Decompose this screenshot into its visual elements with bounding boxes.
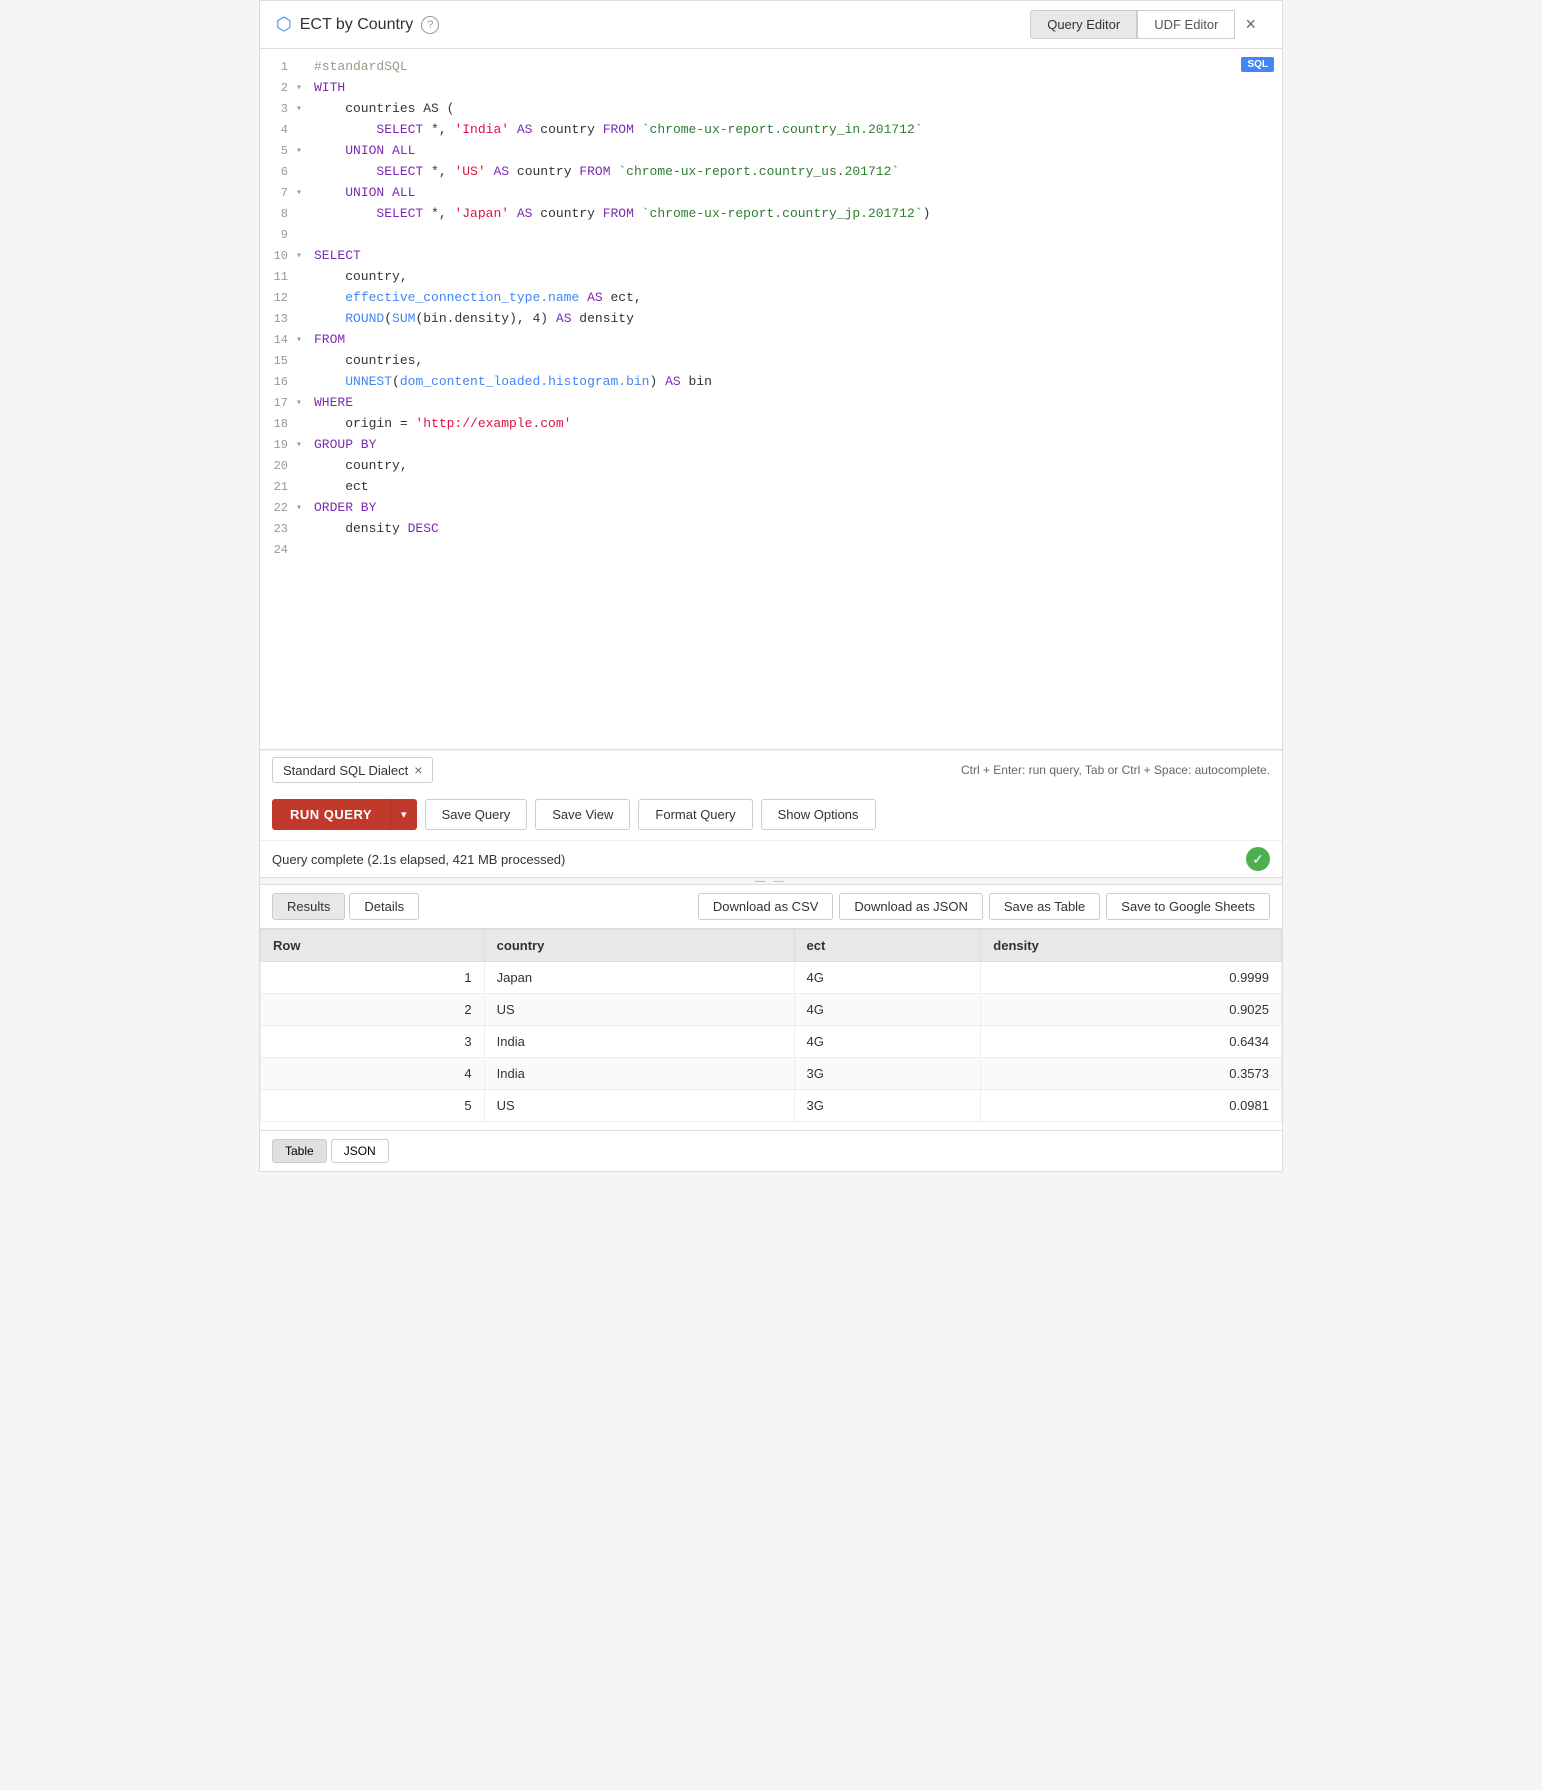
col-header-ect: ect <box>794 930 981 962</box>
table-cell: 3 <box>261 1026 485 1058</box>
editor-area: SQL 1 #standardSQL 2 ▾ WITH 3 ▾ countrie… <box>260 49 1282 750</box>
table-cell: US <box>484 1090 794 1122</box>
bottom-tab-json[interactable]: JSON <box>331 1139 389 1163</box>
code-line-9: 9 <box>260 225 1282 246</box>
table-row: 2US4G0.9025 <box>261 994 1282 1026</box>
table-cell: 4G <box>794 994 981 1026</box>
table-header-row: Row country ect density <box>261 930 1282 962</box>
table-cell: India <box>484 1026 794 1058</box>
table-row: 1Japan4G0.9999 <box>261 962 1282 994</box>
table-cell: US <box>484 994 794 1026</box>
table-row: 5US3G0.0981 <box>261 1090 1282 1122</box>
dialect-tag[interactable]: Standard SQL Dialect × <box>272 757 433 783</box>
table-cell: 5 <box>261 1090 485 1122</box>
status-bar: Query complete (2.1s elapsed, 421 MB pro… <box>260 841 1282 877</box>
code-line-11: 11 country, <box>260 267 1282 288</box>
code-line-2: 2 ▾ WITH <box>260 78 1282 99</box>
code-line-22: 22 ▾ ORDER BY <box>260 498 1282 519</box>
table-cell: 0.0981 <box>981 1090 1282 1122</box>
tab-query-editor[interactable]: Query Editor <box>1030 10 1137 39</box>
show-options-button[interactable]: Show Options <box>761 799 876 830</box>
download-json-button[interactable]: Download as JSON <box>839 893 982 920</box>
results-area: Results Details Download as CSV Download… <box>260 885 1282 1171</box>
code-line-17: 17 ▾ WHERE <box>260 393 1282 414</box>
help-icon[interactable]: ? <box>421 16 439 34</box>
table-cell: 4G <box>794 962 981 994</box>
results-table-container: Row country ect density 1Japan4G0.99992U… <box>260 929 1282 1130</box>
save-query-button[interactable]: Save Query <box>425 799 528 830</box>
run-query-button[interactable]: RUN QUERY <box>272 799 390 830</box>
table-cell: India <box>484 1058 794 1090</box>
table-cell: 3G <box>794 1058 981 1090</box>
status-message: Query complete (2.1s elapsed, 421 MB pro… <box>272 852 565 867</box>
table-cell: 4G <box>794 1026 981 1058</box>
table-cell: Japan <box>484 962 794 994</box>
tab-udf-editor[interactable]: UDF Editor <box>1137 10 1235 39</box>
code-line-3: 3 ▾ countries AS ( <box>260 99 1282 120</box>
link-icon: ⬡ <box>276 14 292 35</box>
code-line-18: 18 origin = 'http://example.com' <box>260 414 1282 435</box>
results-table: Row country ect density 1Japan4G0.99992U… <box>260 929 1282 1122</box>
resize-handle[interactable]: — — <box>260 877 1282 885</box>
code-line-20: 20 country, <box>260 456 1282 477</box>
code-line-16: 16 UNNEST(dom_content_loaded.histogram.b… <box>260 372 1282 393</box>
shortcut-hint: Ctrl + Enter: run query, Tab or Ctrl + S… <box>961 763 1270 777</box>
table-row: 3India4G0.6434 <box>261 1026 1282 1058</box>
sql-badge: SQL <box>1241 57 1274 72</box>
header-left: ⬡ ECT by Country ? <box>276 14 439 35</box>
code-line-14: 14 ▾ FROM <box>260 330 1282 351</box>
code-line-24: 24 <box>260 540 1282 561</box>
tab-details[interactable]: Details <box>349 893 419 920</box>
bottom-tabs: Table JSON <box>260 1130 1282 1171</box>
code-line-19: 19 ▾ GROUP BY <box>260 435 1282 456</box>
save-view-button[interactable]: Save View <box>535 799 630 830</box>
table-cell: 0.9999 <box>981 962 1282 994</box>
results-tabs-row: Results Details Download as CSV Download… <box>260 885 1282 929</box>
col-header-row: Row <box>261 930 485 962</box>
close-button[interactable]: × <box>1235 8 1266 41</box>
code-line-10: 10 ▾ SELECT <box>260 246 1282 267</box>
resize-dots-icon: — — <box>755 876 787 887</box>
table-cell: 2 <box>261 994 485 1026</box>
code-line-15: 15 countries, <box>260 351 1282 372</box>
code-line-7: 7 ▾ UNION ALL <box>260 183 1282 204</box>
download-csv-button[interactable]: Download as CSV <box>698 893 834 920</box>
code-line-8: 8 SELECT *, 'Japan' AS country FROM `chr… <box>260 204 1282 225</box>
save-to-sheets-button[interactable]: Save to Google Sheets <box>1106 893 1270 920</box>
table-cell: 0.6434 <box>981 1026 1282 1058</box>
col-header-country: country <box>484 930 794 962</box>
dialect-label: Standard SQL Dialect <box>283 763 408 778</box>
code-line-21: 21 ect <box>260 477 1282 498</box>
table-cell: 0.9025 <box>981 994 1282 1026</box>
action-toolbar: RUN QUERY ▾ Save Query Save View Format … <box>260 789 1282 841</box>
code-line-23: 23 density DESC <box>260 519 1282 540</box>
dialect-close-icon[interactable]: × <box>414 762 422 778</box>
table-row: 4India3G0.3573 <box>261 1058 1282 1090</box>
code-editor[interactable]: 1 #standardSQL 2 ▾ WITH 3 ▾ countries AS… <box>260 49 1282 749</box>
tab-results[interactable]: Results <box>272 893 345 920</box>
table-cell: 0.3573 <box>981 1058 1282 1090</box>
format-query-button[interactable]: Format Query <box>638 799 752 830</box>
code-line-4: 4 SELECT *, 'India' AS country FROM `chr… <box>260 120 1282 141</box>
col-header-density: density <box>981 930 1282 962</box>
table-cell: 4 <box>261 1058 485 1090</box>
table-cell: 3G <box>794 1090 981 1122</box>
bottom-tab-table[interactable]: Table <box>272 1139 327 1163</box>
header-tabs: Query Editor UDF Editor × <box>1030 8 1266 41</box>
run-query-dropdown[interactable]: ▾ <box>390 799 417 830</box>
page-title: ECT by Country <box>300 16 414 34</box>
run-query-group: RUN QUERY ▾ <box>272 799 417 830</box>
editor-footer: Standard SQL Dialect × Ctrl + Enter: run… <box>260 750 1282 789</box>
results-actions: Download as CSV Download as JSON Save as… <box>698 893 1270 920</box>
save-as-table-button[interactable]: Save as Table <box>989 893 1100 920</box>
code-line-13: 13 ROUND(SUM(bin.density), 4) AS density <box>260 309 1282 330</box>
code-line-1: 1 #standardSQL <box>260 57 1282 78</box>
code-line-12: 12 effective_connection_type.name AS ect… <box>260 288 1282 309</box>
table-cell: 1 <box>261 962 485 994</box>
code-line-6: 6 SELECT *, 'US' AS country FROM `chrome… <box>260 162 1282 183</box>
status-ok-icon: ✓ <box>1246 847 1270 871</box>
code-line-5: 5 ▾ UNION ALL <box>260 141 1282 162</box>
